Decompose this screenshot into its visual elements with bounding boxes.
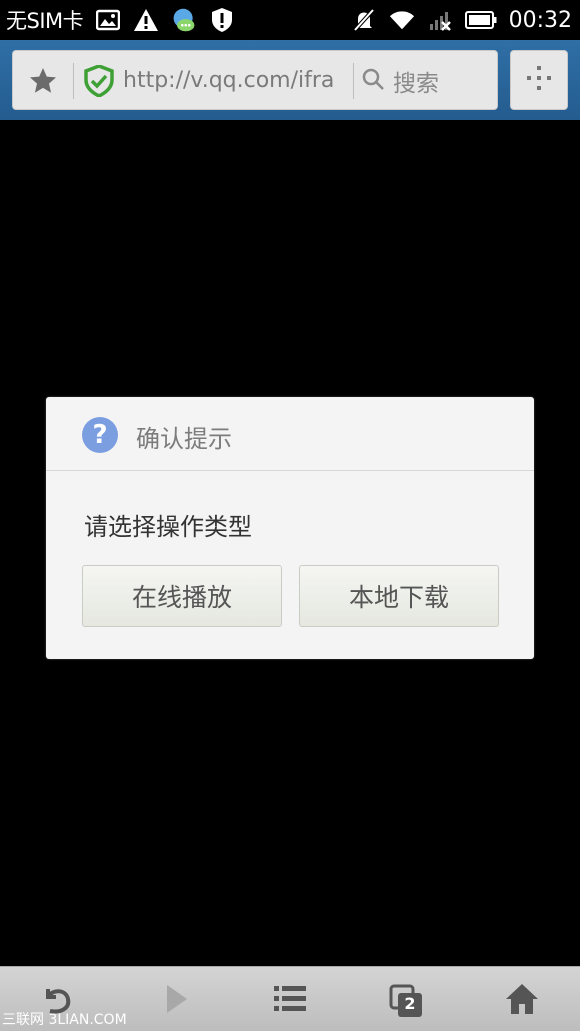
watermark: 三联网 3LIAN.COM: [2, 1012, 127, 1028]
shield-alert-icon: [209, 7, 235, 33]
home-icon: [504, 982, 540, 1020]
bookmark-star-icon[interactable]: [23, 63, 63, 99]
tabs-icon: 2: [388, 983, 424, 1019]
no-signal-icon: [427, 7, 453, 33]
status-bar: 无SIM卡 00:32: [0, 0, 580, 40]
search-field[interactable]: 搜索: [361, 63, 491, 99]
menu-list-icon: [272, 983, 308, 1019]
search-placeholder: 搜索: [393, 71, 439, 97]
secure-shield-icon: [81, 63, 117, 99]
carrier-label: 无SIM卡: [6, 9, 84, 33]
status-right: 00:32: [351, 0, 572, 40]
dialog-title: 确认提示: [136, 425, 232, 453]
home-button[interactable]: [492, 977, 552, 1025]
tabs-button[interactable]: 2: [376, 977, 436, 1025]
muted-bell-icon: [351, 7, 377, 33]
url-text[interactable]: http://v.qq.com/ifra: [123, 65, 341, 97]
browser-toolbar: http://v.qq.com/ifra 搜索: [0, 40, 580, 120]
tab-count: 2: [404, 994, 416, 1013]
forward-button[interactable]: [146, 977, 206, 1025]
menu-list-button[interactable]: [260, 977, 320, 1025]
menu-button[interactable]: [510, 50, 568, 110]
status-left: 无SIM卡: [6, 0, 235, 40]
forward-icon: [161, 982, 191, 1020]
confirm-dialog: ? 确认提示 请选择操作类型 在线播放 本地下载: [46, 397, 534, 659]
dialog-message: 请选择操作类型: [84, 513, 252, 541]
wifi-icon: [389, 7, 415, 33]
dots-menu-icon: [524, 63, 554, 97]
image-icon: [95, 7, 121, 33]
divider: [353, 63, 354, 99]
search-icon: [361, 67, 385, 95]
download-local-button[interactable]: 本地下载: [299, 565, 499, 627]
chat-app-icon: [171, 7, 197, 33]
warning-icon: [133, 7, 159, 33]
address-bar[interactable]: http://v.qq.com/ifra 搜索: [12, 50, 498, 110]
question-icon: ?: [82, 417, 118, 453]
divider: [73, 63, 74, 99]
play-online-button[interactable]: 在线播放: [82, 565, 282, 627]
battery-icon: [464, 7, 497, 33]
dialog-header: ? 确认提示: [46, 397, 534, 471]
clock: 00:32: [508, 7, 572, 33]
